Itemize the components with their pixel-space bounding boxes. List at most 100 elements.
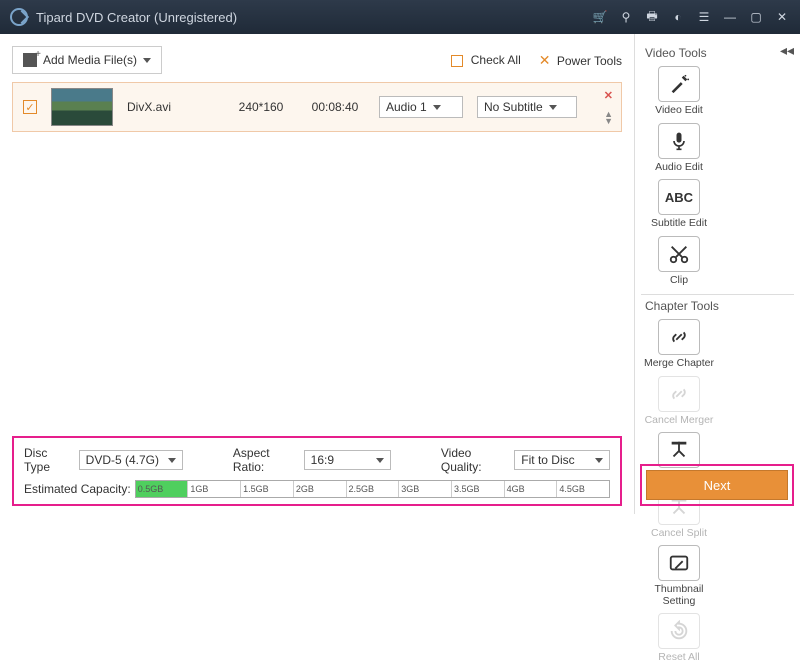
- microphone-icon: [658, 123, 700, 159]
- video-quality-select[interactable]: Fit to Disc: [514, 450, 610, 470]
- subtitle-value: No Subtitle: [484, 100, 543, 114]
- tick: 4.5GB: [556, 481, 609, 497]
- key-icon[interactable]: ⚲: [618, 9, 634, 25]
- abc-icon: ABC: [658, 179, 700, 215]
- subtitle-edit-label: Subtitle Edit: [651, 218, 707, 230]
- add-media-button[interactable]: Add Media File(s): [12, 46, 162, 74]
- body: Add Media File(s) Check All ✕ Power Tool…: [0, 34, 800, 514]
- power-tools-label: Power Tools: [557, 54, 622, 68]
- tick: 0.5GB: [136, 481, 188, 497]
- chevron-down-icon: [595, 458, 603, 463]
- bottom-panel: Disc Type DVD-5 (4.7G) Aspect Ratio: 16:…: [12, 436, 622, 506]
- split-icon: [658, 432, 700, 468]
- capacity-row: Estimated Capacity: 0.5GB 1GB 1.5GB 2GB …: [24, 480, 610, 498]
- chapter-tools-title: Chapter Tools: [645, 299, 794, 313]
- tick: 3GB: [398, 481, 451, 497]
- duration: 00:08:40: [305, 100, 365, 114]
- tick: 3.5GB: [451, 481, 504, 497]
- audio-track-select[interactable]: Audio 1: [379, 96, 463, 118]
- video-thumbnail: [51, 88, 113, 126]
- output-settings-row: Disc Type DVD-5 (4.7G) Aspect Ratio: 16:…: [24, 446, 610, 474]
- aspect-ratio-select[interactable]: 16:9: [304, 450, 391, 470]
- disc-type-select[interactable]: DVD-5 (4.7G): [79, 450, 183, 470]
- add-media-label: Add Media File(s): [43, 53, 137, 67]
- capacity-label: Estimated Capacity:: [24, 482, 131, 496]
- link-icon: [658, 319, 700, 355]
- video-quality-value: Fit to Disc: [521, 453, 574, 467]
- hide-sidebar-button[interactable]: ◂◂: [780, 42, 794, 59]
- audio-edit-label: Audio Edit: [655, 162, 703, 174]
- video-edit-button[interactable]: Video Edit: [643, 66, 715, 117]
- thumbnail-setting-label: Thumbnail Setting: [643, 584, 715, 607]
- next-button[interactable]: Next: [646, 470, 788, 500]
- video-tools-title: Video Tools: [645, 46, 794, 60]
- reset-all-button: Reset All: [643, 613, 715, 664]
- cancel-merger-button: Cancel Merger: [643, 376, 715, 427]
- audio-track-value: Audio 1: [386, 100, 427, 114]
- help-icon[interactable]: ◐: [670, 9, 686, 25]
- audio-edit-button[interactable]: Audio Edit: [643, 123, 715, 174]
- scissors-icon: [658, 236, 700, 272]
- close-icon[interactable]: ✕: [774, 9, 790, 25]
- video-edit-label: Video Edit: [655, 105, 703, 117]
- row-checkbox[interactable]: [23, 100, 37, 114]
- media-row[interactable]: DivX.avi 240*160 00:08:40 Audio 1 No Sub…: [12, 82, 622, 132]
- reset-all-label: Reset All: [658, 652, 699, 664]
- chevron-down-icon: [168, 458, 176, 463]
- titlebar: Tipard DVD Creator (Unregistered) 🛒 ⚲ 🖶 …: [0, 0, 800, 34]
- tick: 2.5GB: [346, 481, 399, 497]
- chevron-down-icon: [143, 58, 151, 63]
- reorder-arrows[interactable]: ▲▼: [604, 111, 613, 125]
- disc-type-label: Disc Type: [24, 446, 69, 474]
- check-all[interactable]: Check All: [451, 53, 520, 67]
- add-media-icon: [23, 53, 37, 67]
- tick: 1.5GB: [240, 481, 293, 497]
- capacity-ticks: 0.5GB 1GB 1.5GB 2GB 2.5GB 3GB 3.5GB 4GB …: [136, 481, 609, 497]
- aspect-ratio-label: Aspect Ratio:: [233, 446, 294, 474]
- disc-type-value: DVD-5 (4.7G): [86, 453, 159, 467]
- wand-icon: [658, 66, 700, 102]
- window-title: Tipard DVD Creator (Unregistered): [36, 10, 237, 25]
- clip-label: Clip: [670, 275, 688, 287]
- thumbnail-icon: [658, 545, 700, 581]
- video-tools-grid: Video Edit Audio Edit ABC Subtitle Edit …: [641, 66, 794, 286]
- menu-icon[interactable]: ☰: [696, 9, 712, 25]
- topbar-right: Check All ✕ Power Tools: [451, 52, 622, 69]
- cancel-merger-label: Cancel Merger: [645, 415, 714, 427]
- subtitle-select[interactable]: No Subtitle: [477, 96, 577, 118]
- unlink-icon: [658, 376, 700, 412]
- cart-icon[interactable]: 🛒: [592, 9, 608, 25]
- next-wrap: Next: [640, 464, 794, 506]
- aspect-ratio-value: 16:9: [311, 453, 334, 467]
- capacity-bar: 0.5GB 1GB 1.5GB 2GB 2.5GB 3GB 3.5GB 4GB …: [135, 480, 610, 498]
- sidebar: ◂◂ Video Tools Video Edit Audio Edit ABC…: [634, 34, 800, 514]
- checkbox-icon: [451, 55, 463, 67]
- app-logo-icon: [10, 8, 28, 26]
- filename: DivX.avi: [127, 100, 217, 114]
- maximize-icon[interactable]: ▢: [748, 9, 764, 25]
- merge-chapter-button[interactable]: Merge Chapter: [643, 319, 715, 370]
- subtitle-edit-button[interactable]: ABC Subtitle Edit: [643, 179, 715, 230]
- window-controls: 🛒 ⚲ 🖶 ◐ ☰ — ▢ ✕: [592, 9, 790, 25]
- power-tools-button[interactable]: ✕ Power Tools: [539, 52, 622, 69]
- print-icon[interactable]: 🖶: [644, 9, 660, 25]
- reset-icon: [658, 613, 700, 649]
- main-panel: Add Media File(s) Check All ✕ Power Tool…: [0, 34, 634, 514]
- remove-row-button[interactable]: ✕: [604, 89, 613, 102]
- power-tools-icon: ✕: [539, 52, 551, 68]
- merge-chapter-label: Merge Chapter: [644, 358, 714, 370]
- main-topbar: Add Media File(s) Check All ✕ Power Tool…: [12, 44, 622, 76]
- clip-button[interactable]: Clip: [643, 236, 715, 287]
- separator: [641, 294, 794, 295]
- resolution: 240*160: [231, 100, 291, 114]
- cancel-split-label: Cancel Split: [651, 528, 707, 540]
- chevron-down-icon: [376, 458, 384, 463]
- video-quality-label: Video Quality:: [441, 446, 504, 474]
- tick: 4GB: [504, 481, 557, 497]
- check-all-label: Check All: [471, 53, 521, 67]
- thumbnail-setting-button[interactable]: Thumbnail Setting: [643, 545, 715, 607]
- chevron-down-icon: [433, 105, 441, 110]
- minimize-icon[interactable]: —: [722, 9, 738, 25]
- chevron-down-icon: [549, 105, 557, 110]
- tick: 2GB: [293, 481, 346, 497]
